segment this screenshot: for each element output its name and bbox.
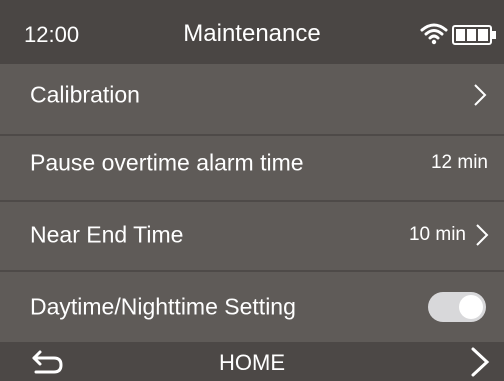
menu-item-label: Pause overtime alarm time bbox=[30, 149, 304, 176]
menu-item-daytime-nighttime-setting: Daytime/Nighttime Setting bbox=[0, 272, 504, 342]
battery-icon bbox=[452, 25, 496, 45]
home-button[interactable]: HOME bbox=[0, 350, 504, 376]
wifi-icon bbox=[420, 23, 448, 45]
menu-item-label: Daytime/Nighttime Setting bbox=[30, 293, 296, 320]
menu-item-near-end-time[interactable]: Near End Time 10 min bbox=[0, 200, 504, 270]
device-screen: 12:00 Maintenance Calibration Pause over… bbox=[0, 0, 504, 381]
menu-item-label: Near End Time bbox=[30, 221, 184, 248]
menu-item-value: 12 min bbox=[430, 152, 488, 173]
chevron-right-icon bbox=[476, 224, 489, 246]
menu-item-value: 10 min bbox=[408, 224, 466, 245]
toggle-knob bbox=[459, 295, 483, 319]
chevron-right-icon[interactable] bbox=[470, 346, 490, 378]
daytime-nighttime-toggle[interactable] bbox=[428, 292, 486, 322]
menu-item-label: Calibration bbox=[30, 81, 140, 108]
menu-item-pause-overtime-alarm-time[interactable]: Pause overtime alarm time 12 min bbox=[0, 128, 504, 198]
menu-item-calibration[interactable]: Calibration bbox=[0, 60, 504, 130]
status-bar: 12:00 Maintenance bbox=[0, 0, 504, 64]
bottom-bar: HOME bbox=[0, 342, 504, 381]
chevron-right-icon bbox=[474, 84, 487, 106]
